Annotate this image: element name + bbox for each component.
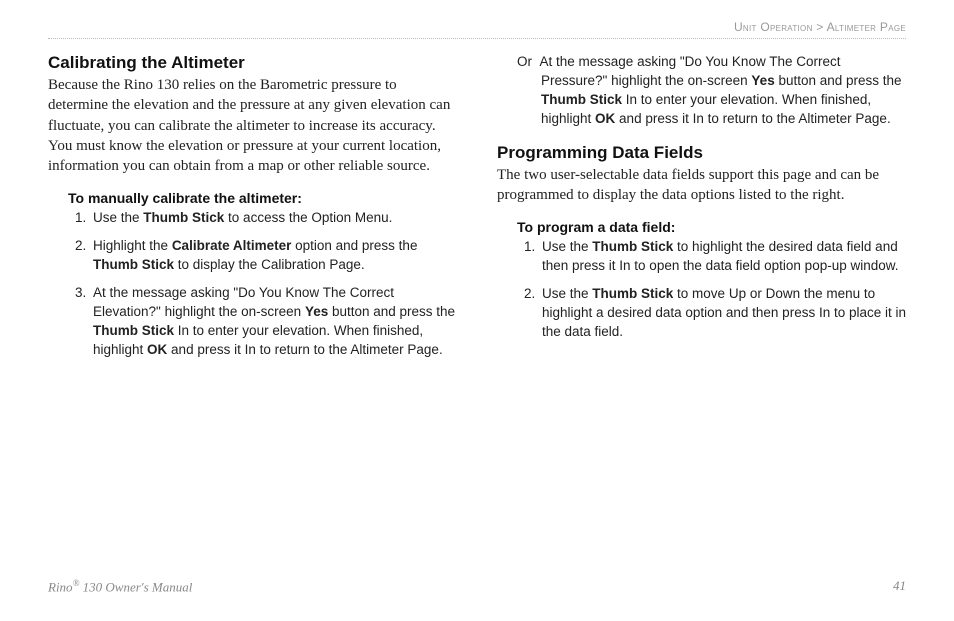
- step-2: Use the Thumb Stick to move Up or Down t…: [539, 285, 906, 342]
- bold-thumb-stick: Thumb Stick: [592, 286, 673, 301]
- para-programming: The two user-selectable data fields supp…: [497, 165, 906, 206]
- left-column: Calibrating the Altimeter Because the Ri…: [48, 53, 457, 371]
- step-1: Use the Thumb Stick to access the Option…: [90, 209, 457, 228]
- breadcrumb-sep: >: [813, 20, 827, 34]
- right-column: Or At the message asking "Do You Know Th…: [497, 53, 906, 371]
- or-block: Or At the message asking "Do You Know Th…: [517, 53, 906, 129]
- bold-thumb-stick: Thumb Stick: [541, 92, 622, 107]
- step-1: Use the Thumb Stick to highlight the des…: [539, 238, 906, 276]
- or-label: Or: [517, 54, 532, 69]
- subheading-manual-calibrate: To manually calibrate the altimeter:: [68, 190, 457, 206]
- bold-thumb-stick: Thumb Stick: [93, 257, 174, 272]
- step-3: At the message asking "Do You Know The C…: [90, 284, 457, 360]
- bold-thumb-stick: Thumb Stick: [93, 323, 174, 338]
- bold-thumb-stick: Thumb Stick: [143, 210, 224, 225]
- para-calibrating: Because the Rino 130 relies on the Barom…: [48, 75, 457, 176]
- bold-yes: Yes: [305, 304, 328, 319]
- header-rule: [48, 38, 906, 39]
- steps-program: Use the Thumb Stick to highlight the des…: [497, 238, 906, 341]
- content-columns: Calibrating the Altimeter Because the Ri…: [48, 53, 906, 371]
- page-number: 41: [893, 578, 906, 595]
- bold-ok: OK: [595, 111, 615, 126]
- steps-calibrate: Use the Thumb Stick to access the Option…: [48, 209, 457, 359]
- heading-calibrating: Calibrating the Altimeter: [48, 53, 457, 73]
- bold-thumb-stick: Thumb Stick: [592, 239, 673, 254]
- bold-calibrate-altimeter: Calibrate Altimeter: [172, 238, 292, 253]
- bold-ok: OK: [147, 342, 167, 357]
- bold-yes: Yes: [751, 73, 774, 88]
- breadcrumb-page: Altimeter Page: [827, 20, 906, 34]
- breadcrumb: Unit Operation > Altimeter Page: [48, 20, 906, 34]
- heading-programming: Programming Data Fields: [497, 143, 906, 163]
- step-2: Highlight the Calibrate Altimeter option…: [90, 237, 457, 275]
- footer-title: Rino® 130 Owner's Manual: [48, 578, 192, 595]
- page-footer: Rino® 130 Owner's Manual 41: [48, 578, 906, 595]
- subheading-program-field: To program a data field:: [517, 219, 906, 235]
- breadcrumb-section: Unit Operation: [734, 20, 813, 34]
